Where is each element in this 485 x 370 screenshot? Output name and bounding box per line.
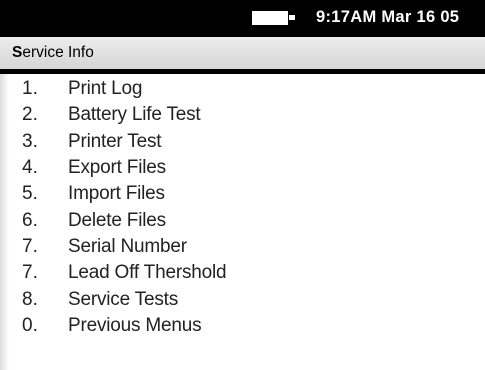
- menu-item-label: Lead Off Thershold: [68, 262, 227, 284]
- menu-item-battery-life-test[interactable]: 2. Battery Life Test: [22, 102, 226, 128]
- menu-item-number: 3.: [22, 130, 38, 152]
- device-screen: 9:17AM Mar 16 05 Service Info 1. Print L…: [0, 0, 485, 370]
- menu-item-label: Serial Number: [68, 235, 187, 257]
- menu-item-printer-test[interactable]: 3. Printer Test: [22, 129, 226, 155]
- menu-item-number: 0.: [22, 314, 38, 336]
- clock-date: 9:17AM Mar 16 05: [316, 8, 460, 26]
- menu-item-number: 5.: [22, 183, 38, 205]
- menu-item-label: Delete Files: [68, 209, 166, 231]
- status-bar: 9:17AM Mar 16 05: [0, 0, 485, 37]
- page-title-rest: ervice Info: [22, 44, 94, 61]
- menu-item-import-files[interactable]: 5. Import Files: [22, 181, 226, 207]
- menu-item-serial-number[interactable]: 7. Serial Number: [22, 234, 226, 260]
- menu-item-print-log[interactable]: 1. Print Log: [22, 76, 226, 102]
- menu-item-label: Battery Life Test: [68, 104, 201, 126]
- battery-tip: [289, 15, 295, 20]
- menu-item-delete-files[interactable]: 6. Delete Files: [22, 207, 226, 233]
- menu-item-export-files[interactable]: 4. Export Files: [22, 155, 226, 181]
- page-title-first-letter: S: [12, 44, 23, 61]
- battery-icon: [252, 11, 288, 25]
- page-title: Service Info: [12, 44, 94, 62]
- menu-item-lead-off-threshold[interactable]: 7. Lead Off Thershold: [22, 260, 227, 286]
- service-menu: 1. Print Log 2. Battery Life Test 3. Pri…: [22, 76, 227, 339]
- menu-item-label: Export Files: [68, 157, 166, 179]
- menu-item-label: Printer Test: [68, 130, 162, 152]
- menu-item-number: 7.: [22, 235, 38, 257]
- menu-item-number: 2.: [22, 104, 38, 126]
- menu-item-previous-menus[interactable]: 0. Previous Menus: [22, 313, 226, 339]
- menu-item-service-tests[interactable]: 8. Service Tests: [22, 286, 226, 312]
- menu-item-label: Print Log: [68, 78, 143, 100]
- menu-item-number: 1.: [22, 78, 38, 100]
- menu-item-label: Service Tests: [68, 288, 179, 310]
- menu-item-number: 4.: [22, 157, 38, 179]
- menu-item-label: Previous Menus: [68, 314, 202, 336]
- menu-item-number: 7.: [22, 262, 38, 284]
- menu-item-label: Import Files: [68, 183, 165, 205]
- menu-item-number: 8.: [22, 288, 38, 310]
- menu-item-number: 6.: [22, 209, 38, 231]
- left-edge-shade: [0, 74, 9, 370]
- title-bar: Service Info: [0, 37, 485, 69]
- title-divider: [0, 69, 485, 74]
